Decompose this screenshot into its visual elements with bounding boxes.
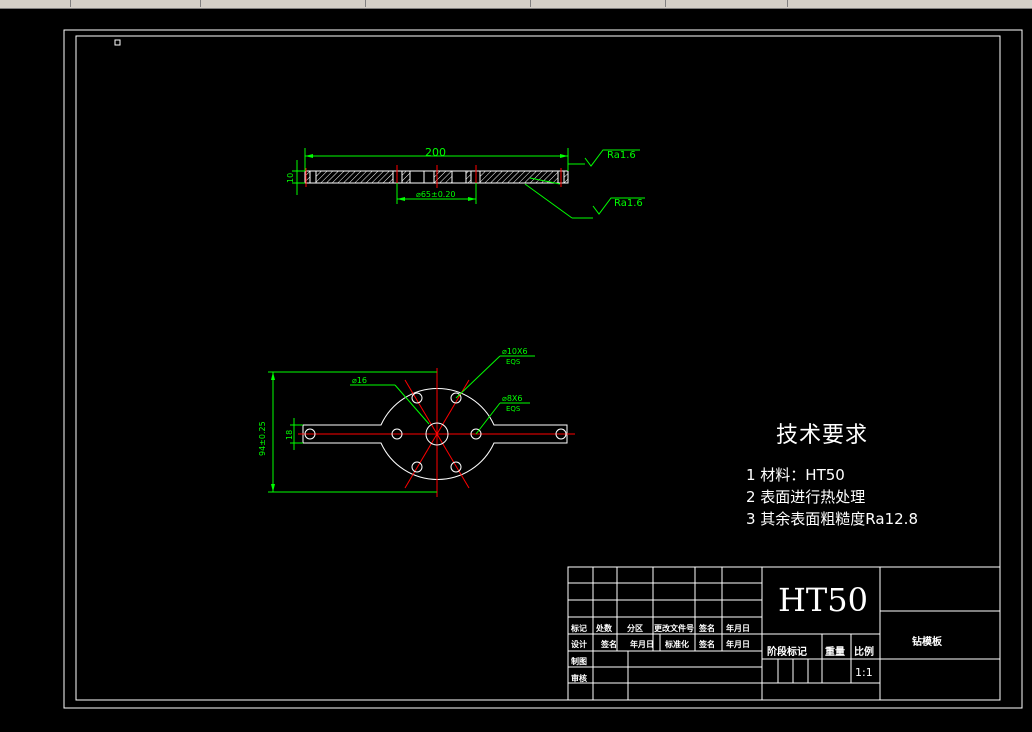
roughness-label-2: Ra1.6 xyxy=(614,198,643,209)
dia-center-label: ⌀16 xyxy=(352,376,367,385)
roughness-label-1: Ra1.6 xyxy=(607,150,636,161)
ucs-marker xyxy=(114,39,121,46)
tb-scale: 1:1 xyxy=(855,666,873,679)
toolbar-segment[interactable] xyxy=(0,0,71,7)
hole-small-eqs: EQS xyxy=(506,405,521,413)
tb-label-sign3: 签名 xyxy=(699,640,715,649)
tb-part-name: 钻模板 xyxy=(912,637,942,648)
dim-width: 18 xyxy=(285,430,294,440)
tb-label-change-doc: 更改文件号 xyxy=(654,624,694,633)
toolbar-segment[interactable] xyxy=(665,0,788,7)
tb-label-mark: 标记 xyxy=(571,624,587,633)
toolbar-segment[interactable] xyxy=(200,0,366,7)
tech-requirement-item: 3 其余表面粗糙度Ra12.8 xyxy=(746,510,918,528)
dim-height: 94±0.25 xyxy=(258,421,267,456)
tb-label-sign2: 签名 xyxy=(601,640,617,649)
dim-length: 200 xyxy=(425,146,446,159)
tb-label-date: 年月日 xyxy=(726,624,750,633)
cad-drawing: 200 10 ⌀65±0.20 Ra1.6 Ra1.6 ⌀10X6 EQS ⌀8… xyxy=(63,29,1023,709)
tb-material: HT50 xyxy=(778,581,868,619)
drawing-canvas[interactable]: 200 10 ⌀65±0.20 Ra1.6 Ra1.6 ⌀10X6 EQS ⌀8… xyxy=(0,8,1032,728)
hole-large-label: ⌀10X6 xyxy=(502,347,528,356)
dim-center: ⌀65±0.20 xyxy=(416,190,456,199)
outer-frame xyxy=(63,29,1023,709)
tb-label-ratio: 比例 xyxy=(854,647,874,658)
tb-label-standardize: 标准化 xyxy=(665,640,689,649)
tb-label-review: 审核 xyxy=(571,674,587,683)
toolbar-segment[interactable] xyxy=(365,0,531,7)
tb-label-design: 设计 xyxy=(571,640,587,649)
tb-label-stage-mark: 阶段标记 xyxy=(767,647,807,658)
tb-label-date3: 年月日 xyxy=(726,640,750,649)
plan-view xyxy=(268,355,575,497)
toolbar-segment[interactable] xyxy=(530,0,666,7)
section-view xyxy=(292,148,645,219)
tb-label-draft: 制图 xyxy=(571,657,587,666)
hole-small-label: ⌀8X6 xyxy=(502,394,522,403)
tech-requirement-item: 2 表面进行热处理 xyxy=(746,488,866,506)
tech-requirement-item: 1 材料：HT50 xyxy=(746,466,845,484)
dim-thickness: 10 xyxy=(286,173,295,183)
hole-large-eqs: EQS xyxy=(506,358,521,366)
tech-requirements-title: 技术要求 xyxy=(776,423,869,448)
tb-label-weight: 重量 xyxy=(825,647,845,658)
tb-label-date2: 年月日 xyxy=(630,640,654,649)
toolbar-segment[interactable] xyxy=(70,0,201,7)
tb-label-count: 处数 xyxy=(596,624,612,633)
tb-label-zone: 分区 xyxy=(627,624,643,633)
tb-label-sign: 签名 xyxy=(699,624,715,633)
